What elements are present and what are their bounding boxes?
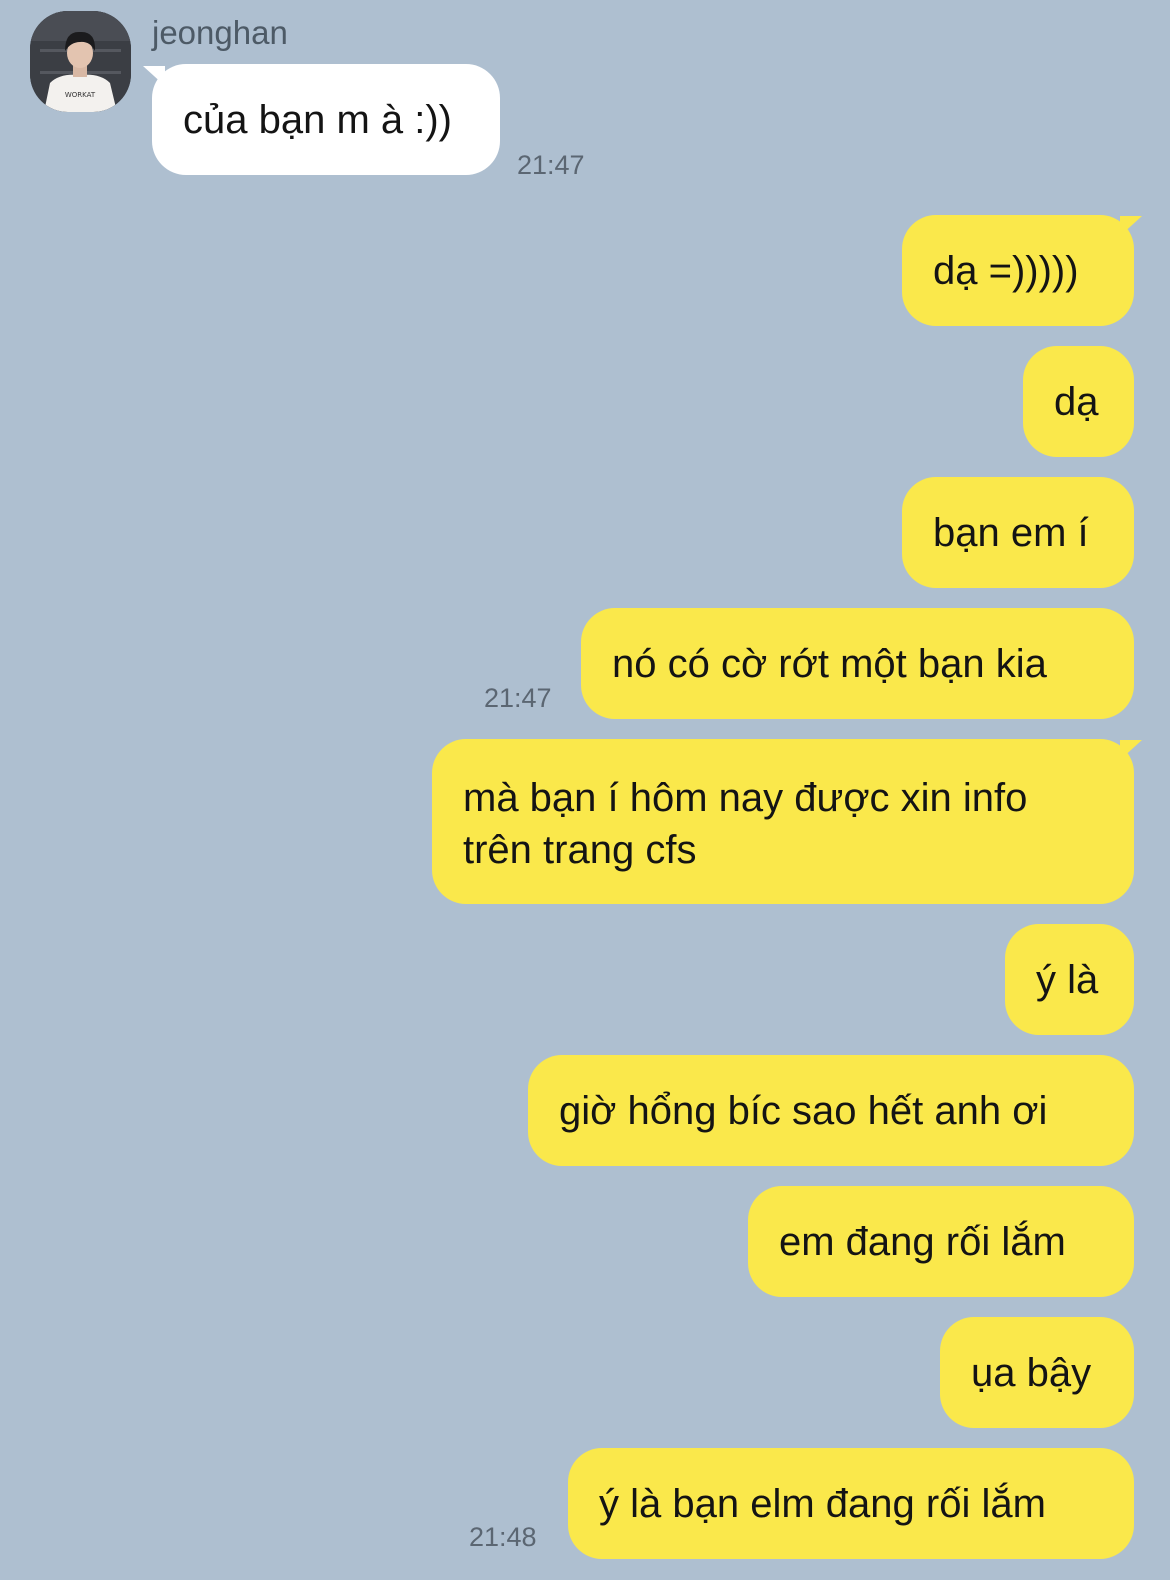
message-text: dạ	[1054, 379, 1099, 424]
message-text: bạn em í	[933, 510, 1089, 555]
profile-photo: WORKAT	[30, 11, 131, 112]
message-text: dạ =)))))	[933, 248, 1079, 293]
message-text: nó có cờ rớt một bạn kia	[612, 641, 1047, 686]
contact-avatar[interactable]: WORKAT	[30, 11, 131, 112]
message-timestamp: 21:48	[469, 1522, 537, 1552]
message-bubble-outgoing[interactable]: ụa bậy	[940, 1317, 1134, 1428]
message-bubble-outgoing[interactable]: nó có cờ rớt một bạn kia	[581, 608, 1134, 719]
svg-text:WORKAT: WORKAT	[65, 91, 96, 99]
message-bubble-outgoing[interactable]: dạ	[1023, 346, 1134, 457]
message-timestamp: 21:47	[484, 683, 552, 713]
message-text: em đang rối lắm	[779, 1219, 1066, 1264]
message-text: ụa bậy	[971, 1350, 1092, 1395]
message-bubble-outgoing[interactable]: giờ hổng bíc sao hết anh ơi	[528, 1055, 1134, 1166]
message-bubble-incoming[interactable]: của bạn m à :))	[152, 64, 500, 175]
message-text: mà bạn í hôm nay được xin info trên tran…	[463, 776, 1028, 872]
message-text: giờ hổng bíc sao hết anh ơi	[559, 1088, 1048, 1133]
message-bubble-outgoing[interactable]: em đang rối lắm	[748, 1186, 1134, 1297]
message-bubble-outgoing[interactable]: bạn em í	[902, 477, 1134, 588]
message-text: ý là bạn elm đang rối lắm	[599, 1481, 1046, 1526]
message-bubble-outgoing[interactable]: dạ =)))))	[902, 215, 1134, 326]
message-timestamp: 21:47	[517, 150, 585, 180]
message-text: của bạn m à :))	[183, 97, 453, 142]
message-text: ý là	[1036, 957, 1099, 1002]
contact-name: jeonghan	[152, 14, 288, 51]
message-bubble-outgoing[interactable]: mà bạn í hôm nay được xin info trên tran…	[432, 739, 1134, 904]
message-bubble-outgoing[interactable]: ý là bạn elm đang rối lắm	[568, 1448, 1134, 1559]
message-bubble-outgoing[interactable]: ý là	[1005, 924, 1134, 1035]
